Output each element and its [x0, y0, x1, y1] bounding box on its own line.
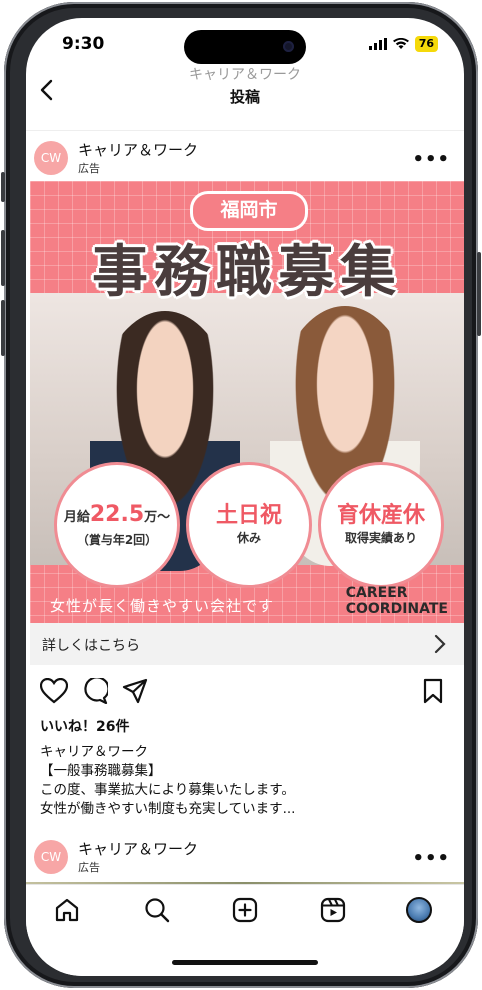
heart-icon[interactable]: [40, 678, 68, 704]
header-account-name: キャリア＆ワーク: [189, 67, 301, 83]
more-options-icon[interactable]: •••: [412, 149, 450, 170]
company-logo: CAREER COORDINATE: [346, 585, 448, 617]
details-link-text[interactable]: 詳しくはこちら: [42, 635, 140, 655]
salary-prefix: 月給: [63, 509, 90, 525]
next-post-header: CW キャリア＆ワーク 広告 •••: [26, 830, 464, 886]
dynamic-island: [184, 30, 306, 64]
caption-line: 【一般事務職募集】: [40, 763, 162, 779]
share-icon[interactable]: [122, 678, 148, 704]
comment-icon[interactable]: [82, 678, 108, 704]
screen: 9:30 76 キャリア＆ワーク 投稿 CW キャリア＆ワーク 広告 ••• 福…: [26, 18, 464, 976]
avatar[interactable]: CW: [34, 840, 68, 874]
bookmark-icon[interactable]: [422, 678, 444, 704]
bonus-text: （賞与年2回）: [76, 532, 158, 547]
holidays-circle: 土日祝 休み: [186, 462, 312, 588]
new-post-icon[interactable]: [232, 897, 258, 923]
city-badge: 福岡市: [190, 191, 308, 231]
logo-line2: COORDINATE: [345, 601, 448, 617]
caption-line[interactable]: 女性が働きやすい制度も充実しています...: [40, 797, 295, 817]
sponsored-label: 広告: [78, 861, 100, 874]
home-icon[interactable]: [54, 897, 80, 923]
volume-up-button: [1, 230, 5, 286]
sponsored-label: 広告: [78, 162, 100, 175]
salary-value: 22.5: [89, 501, 145, 527]
caption-line: この度、事業拡大により募集いたします。: [40, 782, 295, 798]
leave-main: 育休産休: [336, 503, 425, 528]
salary-unit: 万〜: [144, 509, 171, 525]
leave-circle: 育休産休 取得実績あり: [318, 462, 444, 588]
post-header: CW キャリア＆ワーク 広告 •••: [26, 130, 464, 183]
profile-avatar[interactable]: [406, 897, 432, 923]
leave-sub: 取得実績あり: [344, 531, 417, 545]
page-title: 投稿: [229, 88, 260, 106]
account-name[interactable]: キャリア＆ワーク: [78, 139, 198, 160]
volume-down-button: [1, 300, 5, 356]
wifi-icon: [392, 38, 409, 49]
camera-icon: [283, 41, 294, 52]
logo-line1: CAREER: [345, 585, 408, 601]
search-icon[interactable]: [144, 897, 170, 923]
holidays-sub: 休み: [236, 531, 261, 545]
salary-circle: 月給22.5万〜 （賞与年2回）: [54, 462, 180, 588]
more-options-icon[interactable]: •••: [412, 848, 450, 869]
chevron-right-icon[interactable]: [430, 633, 450, 655]
caption-account[interactable]: キャリア＆ワーク: [40, 740, 148, 760]
avatar[interactable]: CW: [34, 141, 68, 175]
signal-icon: [368, 38, 387, 50]
ad-image[interactable]: 福岡市 事務職募集 月給22.5万〜 （賞与年2回） 土日祝 休み 育休産休 取…: [30, 181, 464, 623]
action-button: [1, 172, 5, 202]
power-button: [477, 252, 481, 336]
banner-tagline: 女性が長く働きやすい会社です: [50, 597, 275, 615]
status-icons: 76: [368, 36, 438, 52]
status-time: 9:30: [62, 34, 105, 54]
reels-icon[interactable]: [320, 897, 346, 923]
home-indicator[interactable]: [172, 960, 318, 965]
phone-frame: 9:30 76 キャリア＆ワーク 投稿 CW キャリア＆ワーク 広告 ••• 福…: [1, 2, 481, 988]
details-link-bar[interactable]: 詳しくはこちら: [30, 623, 464, 665]
battery-indicator: 76: [414, 36, 438, 52]
likes-count[interactable]: いいね！26件: [40, 716, 129, 736]
account-name[interactable]: キャリア＆ワーク: [78, 838, 198, 859]
post-actions: [26, 678, 464, 710]
banner-headline: 事務職募集: [92, 240, 402, 305]
holidays-main: 土日祝: [215, 503, 282, 528]
